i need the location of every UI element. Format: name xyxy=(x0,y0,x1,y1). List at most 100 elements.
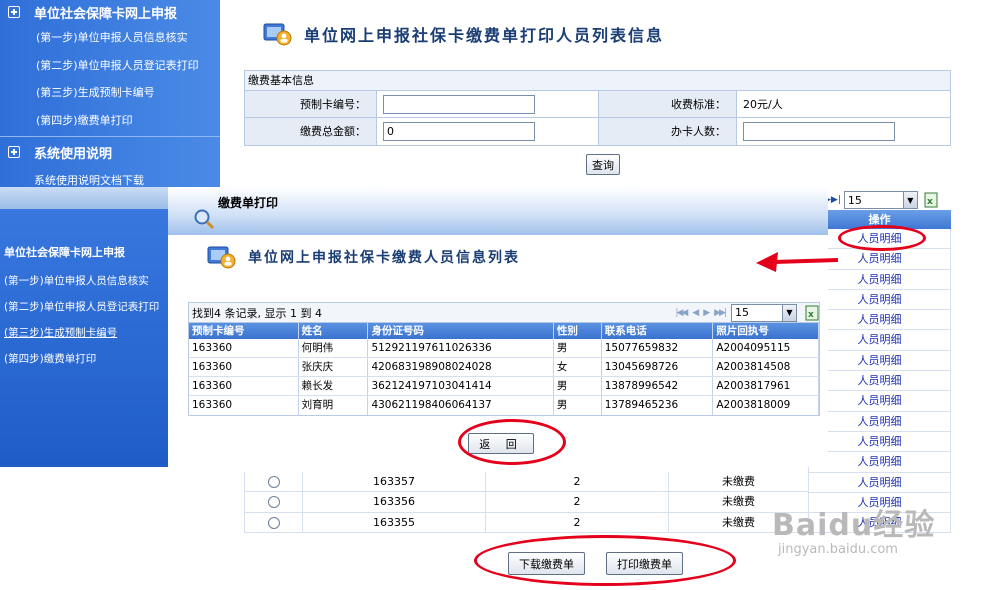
card-count-input[interactable] xyxy=(743,122,895,141)
person-detail-link[interactable]: 人员明细 xyxy=(858,374,902,387)
cell-photo-receipt: A2003818009 xyxy=(713,396,820,415)
total-amount-input[interactable] xyxy=(383,122,535,141)
row-radio[interactable] xyxy=(267,496,280,509)
table-row[interactable]: 163360 何明伟 512921197611026336 男 15077659… xyxy=(189,339,820,358)
excel-export-icon[interactable]: x xyxy=(924,192,938,208)
sidebar-section-help[interactable]: 系统使用说明 xyxy=(0,137,220,167)
cell-gender: 男 xyxy=(554,377,602,395)
row-radio[interactable] xyxy=(267,476,280,488)
ops-cell: 人员明细 xyxy=(808,452,951,473)
cell-gender: 男 xyxy=(554,396,602,415)
cell-id-number: 512921197611026336 xyxy=(368,339,554,357)
record-count-text: 找到4 条记录, 显示 1 到 4 xyxy=(192,306,322,320)
card-no-cell: 163356 xyxy=(302,492,485,512)
expand-icon xyxy=(8,6,20,18)
cell-phone: 13045698726 xyxy=(602,358,714,376)
overlay-sidebar-item-step1[interactable]: (第一步)单位申报人员信息核实 xyxy=(0,268,168,294)
svg-text:x: x xyxy=(808,310,814,320)
sidebar-item-step3[interactable]: (第三步)生成预制卡编号 xyxy=(0,79,220,107)
cell-gender: 男 xyxy=(554,339,602,357)
overlay-sidebar-item-step4[interactable]: (第四步)缴费单打印 xyxy=(0,346,168,372)
cell-phone: 13878996542 xyxy=(602,377,714,395)
annotation-ellipse-bottom-buttons xyxy=(474,535,736,586)
ops-cell: 人员明细 xyxy=(808,391,951,412)
page-size-select[interactable]: 15 ▼ xyxy=(843,191,918,209)
card-count-label: 办卡人数： xyxy=(599,118,737,145)
cell-name: 刘育明 xyxy=(299,396,369,415)
next-page-icon[interactable]: ▶ xyxy=(703,308,710,318)
expand-icon xyxy=(8,146,20,158)
person-detail-link[interactable]: 人员明细 xyxy=(858,415,902,428)
overlay-sidebar-header xyxy=(0,187,168,209)
overlay-sidebar-title[interactable]: 单位社会保障卡网上申报 xyxy=(0,244,168,260)
col-photo-receipt: 照片回执号 xyxy=(713,323,820,339)
cell-gender: 女 xyxy=(554,358,602,376)
dialog-bar-title: 缴费单打印 xyxy=(218,196,279,210)
ops-cell: 人员明细 xyxy=(808,330,951,351)
person-detail-link[interactable]: 人员明细 xyxy=(858,354,902,367)
svg-text:x: x xyxy=(927,197,933,207)
annotation-ellipse-detail-link xyxy=(838,225,926,251)
cell-name: 赖长发 xyxy=(299,377,369,395)
cell-phone: 13789465236 xyxy=(602,396,714,415)
cell-name: 张庆庆 xyxy=(299,358,369,376)
watermark-logo-text: Baidu经验 xyxy=(772,508,936,543)
cell-id-number: 362124197103041414 xyxy=(368,377,554,395)
row-radio[interactable] xyxy=(267,516,280,529)
card-no-cell: 163355 xyxy=(302,512,485,532)
sidebar-item-step4[interactable]: (第四步)缴费单打印 xyxy=(0,107,220,135)
bg-pager: ▶▶| 15 ▼ x xyxy=(824,191,938,209)
sidebar-item-step2[interactable]: (第二步)单位申报人员登记表打印 xyxy=(0,52,220,80)
overlay-sidebar: 单位社会保障卡网上申报 (第一步)单位申报人员信息核实 (第二步)单位申报人员登… xyxy=(0,187,168,467)
table-row: 163357 2 未缴费 xyxy=(244,472,808,493)
table-row: 163355 2 未缴费 xyxy=(244,512,808,533)
fee-info-form: 缴费基本信息 预制卡编号： 收费标准： 20元/人 缴费总金额： 办卡人数： xyxy=(244,70,951,146)
person-detail-link[interactable]: 人员明细 xyxy=(858,273,902,286)
table-row[interactable]: 163360 赖长发 362124197103041414 男 13878996… xyxy=(189,377,820,396)
sidebar-section-social-security[interactable]: 单位社会保障卡网上申报 xyxy=(0,0,220,24)
count-cell: 2 xyxy=(485,472,668,492)
user-card-icon xyxy=(263,23,292,46)
sidebar-item-step1[interactable]: (第一步)单位申报人员信息核实 xyxy=(0,24,220,52)
user-card-icon xyxy=(207,246,236,269)
baidu-watermark: Baidu经验 jingyan.baidu.com xyxy=(772,500,935,557)
table-row: 163356 2 未缴费 xyxy=(244,492,808,513)
page-size-select[interactable]: 15 ▼ xyxy=(731,303,797,322)
ops-cell: 人员明细 xyxy=(808,431,951,453)
table-row[interactable]: 163360 刘育明 430621198406064137 男 13789465… xyxy=(189,396,820,415)
card-count-cell xyxy=(737,118,950,145)
card-no-label: 预制卡编号： xyxy=(245,91,377,117)
first-page-icon[interactable]: |◀◀ xyxy=(675,308,688,318)
fee-standard-value: 20元/人 xyxy=(737,91,950,117)
person-detail-link[interactable]: 人员明细 xyxy=(858,252,902,265)
person-detail-link[interactable]: 人员明细 xyxy=(858,435,902,448)
cell-id-number: 430621198406064137 xyxy=(368,396,554,415)
count-cell: 2 xyxy=(485,492,668,512)
table-row[interactable]: 163360 张庆庆 420683198908024028 女 13045698… xyxy=(189,358,820,377)
card-no-input[interactable] xyxy=(383,94,535,114)
overlay-sidebar-item-step2[interactable]: (第二步)单位申报人员登记表打印 xyxy=(0,294,168,320)
row-select-cell xyxy=(244,512,302,532)
form-row: 预制卡编号： 收费标准： 20元/人 xyxy=(245,91,950,118)
person-detail-link[interactable]: 人员明细 xyxy=(858,455,902,468)
query-button[interactable]: 查询 xyxy=(586,154,620,175)
overlay-sidebar-item-step3[interactable]: (第三步)生成预制卡编号 xyxy=(0,320,168,346)
cell-id-number: 420683198908024028 xyxy=(368,358,554,376)
sidebar-section-title: 单位社会保障卡网上申报 xyxy=(34,6,178,22)
prev-page-icon[interactable]: ◀ xyxy=(692,308,699,318)
last-page-icon[interactable]: ▶▶| xyxy=(714,308,727,318)
cell-card-no: 163360 xyxy=(189,358,299,376)
person-detail-link[interactable]: 人员明细 xyxy=(858,394,902,407)
table-toolbar: 找到4 条记录, 显示 1 到 4 |◀◀ ◀ ▶ ▶▶| 15 ▼ x xyxy=(189,303,819,323)
col-id-number: 身份证号码 xyxy=(368,323,554,339)
form-header: 缴费基本信息 xyxy=(245,71,950,91)
page-title-text: 单位网上申报社保卡缴费单打印人员列表信息 xyxy=(304,26,665,45)
person-detail-link[interactable]: 人员明细 xyxy=(858,313,902,326)
person-detail-link[interactable]: 人员明细 xyxy=(858,293,902,306)
person-table: 找到4 条记录, 显示 1 到 4 |◀◀ ◀ ▶ ▶▶| 15 ▼ x 预制卡… xyxy=(188,302,820,416)
excel-export-icon[interactable]: x xyxy=(805,305,819,321)
person-detail-link[interactable]: 人员明细 xyxy=(858,476,902,489)
ops-cell: 人员明细 xyxy=(808,310,951,331)
person-detail-link[interactable]: 人员明细 xyxy=(858,333,902,346)
row-select-cell xyxy=(244,492,302,512)
